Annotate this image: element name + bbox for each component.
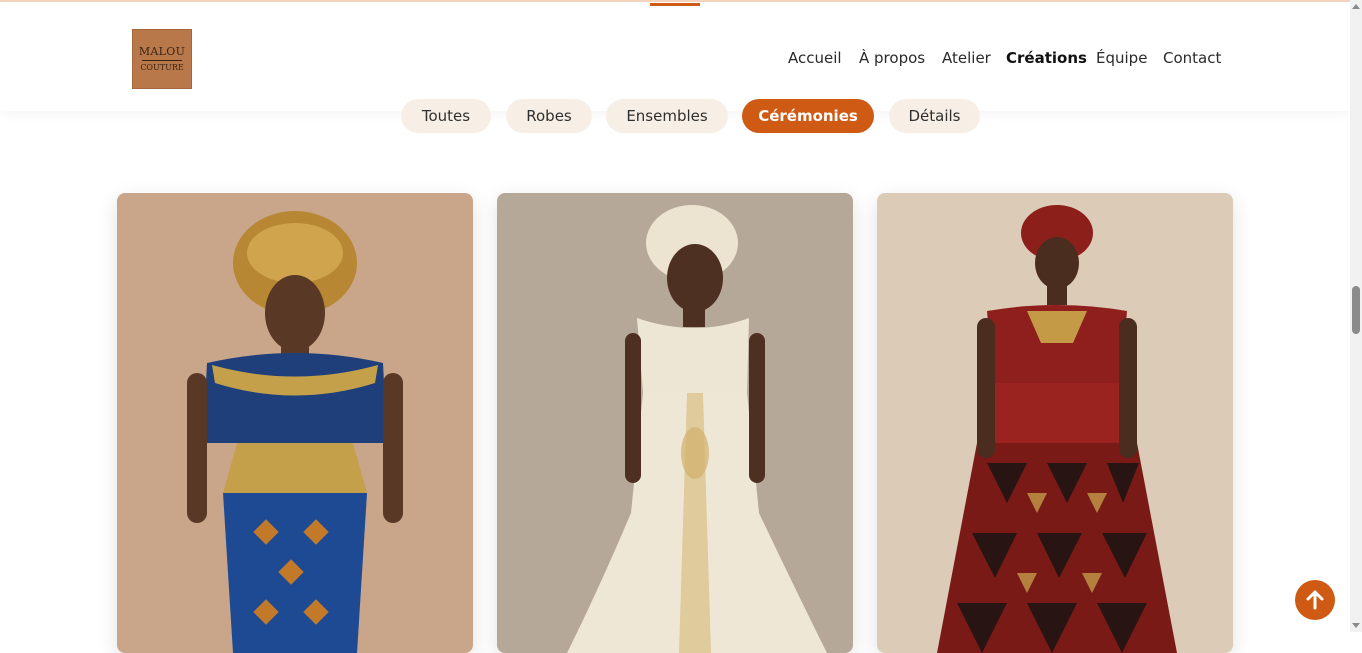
nav-link-a-propos[interactable]: À propos — [859, 49, 925, 67]
filter-robes[interactable]: Robes — [506, 99, 592, 133]
logo-text-line1: MALOU — [138, 45, 186, 58]
card-image-gold-blue-dress — [117, 193, 473, 653]
nav-link-equipe[interactable]: Équipe — [1096, 49, 1147, 67]
scroll-up-icon[interactable] — [1352, 4, 1360, 9]
logo-divider — [142, 60, 182, 61]
nav-link-contact[interactable]: Contact — [1163, 49, 1221, 67]
filter-ceremonies[interactable]: Cérémonies — [742, 99, 874, 133]
active-nav-indicator — [650, 3, 700, 6]
gallery-card-3[interactable] — [877, 193, 1233, 653]
nav-link-atelier[interactable]: Atelier — [942, 49, 991, 67]
site-header: MALOU COUTURE Accueil À propos Atelier C… — [0, 2, 1350, 111]
arrow-up-icon — [1306, 590, 1324, 610]
filter-toutes[interactable]: Toutes — [401, 99, 491, 133]
nav-link-creations[interactable]: Créations — [1006, 49, 1087, 67]
page-scrollbar[interactable] — [1350, 0, 1362, 632]
scrollbar-thumb[interactable] — [1352, 286, 1360, 334]
back-to-top-button[interactable] — [1295, 580, 1335, 620]
brand-logo[interactable]: MALOU COUTURE — [132, 29, 192, 89]
filter-details[interactable]: Détails — [889, 99, 980, 133]
gallery-card-1[interactable] — [117, 193, 473, 653]
nav-link-accueil[interactable]: Accueil — [788, 49, 842, 67]
scroll-down-icon[interactable] — [1352, 623, 1360, 628]
card-image-ivory-gown — [497, 193, 853, 653]
gallery-card-2[interactable] — [497, 193, 853, 653]
logo-text-line2: COUTURE — [140, 63, 184, 72]
card-image-red-print-dress — [877, 193, 1233, 653]
filter-ensembles[interactable]: Ensembles — [606, 99, 728, 133]
